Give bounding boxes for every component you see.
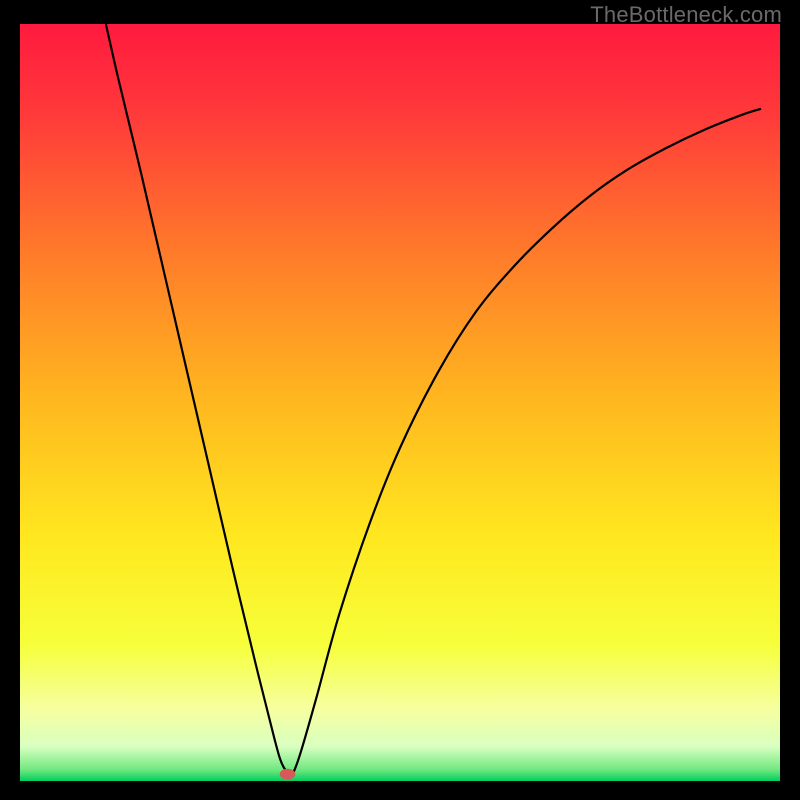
plot-background: [20, 24, 780, 781]
optimum-marker: [280, 769, 296, 780]
bottleneck-chart: [0, 0, 800, 800]
watermark-text: TheBottleneck.com: [590, 2, 782, 28]
chart-container: TheBottleneck.com: [0, 0, 800, 800]
